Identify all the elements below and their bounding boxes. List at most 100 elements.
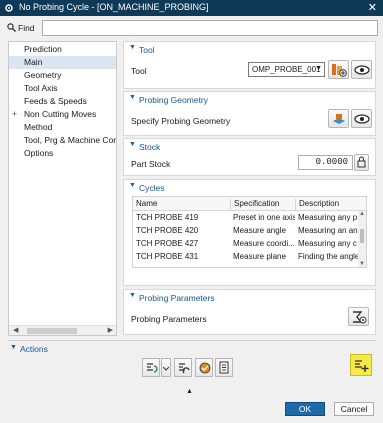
scrollbar-thumb[interactable] xyxy=(360,229,364,243)
scroll-down-icon[interactable]: ▼ xyxy=(359,261,365,267)
collapse-icon[interactable]: ▼ xyxy=(129,292,136,299)
scroll-left-icon[interactable]: ◀ xyxy=(13,326,18,335)
cycles-group-header[interactable]: ▼ Cycles xyxy=(124,180,375,195)
nav-item-main[interactable]: Main xyxy=(9,56,116,69)
ok-button[interactable]: OK xyxy=(285,402,325,416)
list-icon xyxy=(219,361,229,374)
highlighted-action-button[interactable] xyxy=(350,354,372,376)
replay-button[interactable] xyxy=(174,358,192,377)
cell-description: Measuring any c xyxy=(298,239,357,248)
lock-icon xyxy=(357,156,366,168)
collapse-dialog-icon[interactable]: ▲ xyxy=(186,388,193,395)
collapse-icon[interactable]: ▼ xyxy=(129,182,136,189)
display-tool-button[interactable] xyxy=(351,60,372,79)
horizontal-scrollbar[interactable]: ◀ ▶ xyxy=(9,325,116,335)
probing-geometry-icon xyxy=(333,114,345,124)
add-operation-icon xyxy=(355,360,369,372)
table-row[interactable]: TCH PROBE 427 Measure coordi... Measurin… xyxy=(133,238,359,251)
specify-geometry-label: Specify Probing Geometry xyxy=(131,116,231,126)
nav-item-label: Geometry xyxy=(24,70,62,80)
nav-item-prediction[interactable]: Prediction xyxy=(9,43,116,56)
part-stock-label: Part Stock xyxy=(131,159,171,169)
expand-icon[interactable]: + xyxy=(12,108,17,121)
part-stock-input[interactable]: 0.0000 xyxy=(298,155,353,170)
generate-options-dropdown[interactable] xyxy=(161,358,171,377)
cell-specification: Measure coordi... xyxy=(233,239,295,248)
title-bar: No Probing Cycle - [ON_MACHINE_PROBING] … xyxy=(0,0,383,16)
display-geometry-button[interactable] xyxy=(351,109,372,128)
generate-button[interactable] xyxy=(142,358,160,377)
table-row[interactable]: TCH PROBE 431 Measure plane Finding the … xyxy=(133,251,359,264)
nav-item-method[interactable]: Method xyxy=(9,121,116,134)
nav-item-label: Tool, Prg & Machine Contr xyxy=(24,135,116,145)
cycles-table: Name Specification Description TCH PROBE… xyxy=(132,196,367,268)
cancel-button[interactable]: Cancel xyxy=(334,402,374,416)
gear-icon xyxy=(5,4,13,12)
nav-item-label: Options xyxy=(24,148,54,158)
chevron-down-icon xyxy=(163,366,169,371)
nav-item-label: Method xyxy=(24,122,53,132)
table-header: Name Specification Description xyxy=(133,197,366,211)
nav-item-feeds-speeds[interactable]: Feeds & Speeds xyxy=(9,95,116,108)
navigator-tree: Prediction Main Geometry Tool Axis Feeds… xyxy=(8,41,117,336)
window-title: No Probing Cycle - [ON_MACHINE_PROBING] xyxy=(19,2,209,12)
nav-item-tool-axis[interactable]: Tool Axis xyxy=(9,82,116,95)
collapse-icon[interactable]: ▼ xyxy=(129,44,136,51)
column-header-description[interactable]: Description xyxy=(295,199,359,210)
cycles-group: ▼ Cycles Name Specification Description … xyxy=(123,179,376,286)
collapse-icon[interactable]: ▼ xyxy=(10,344,17,351)
cell-description: Measuring an an xyxy=(298,226,358,235)
scroll-right-icon[interactable]: ▶ xyxy=(108,326,113,335)
nav-item-options[interactable]: Options xyxy=(9,147,116,160)
group-title: Cycles xyxy=(139,183,165,193)
new-tool-button[interactable] xyxy=(328,60,349,79)
main-panel: ▼ Tool Tool OMP_PROBE_001 ▼ ▼ Probing Ge… xyxy=(123,41,376,338)
display-icon xyxy=(354,114,370,124)
verify-button[interactable] xyxy=(195,358,213,377)
close-icon[interactable]: ✕ xyxy=(368,1,377,14)
probing-parameters-header[interactable]: ▼ Probing Parameters xyxy=(124,290,375,305)
cell-specification: Measure plane xyxy=(233,252,286,261)
cell-specification: Measure angle xyxy=(233,226,286,235)
nav-item-geometry[interactable]: Geometry xyxy=(9,69,116,82)
group-title: Probing Parameters xyxy=(139,293,215,303)
cell-name: TCH PROBE 431 xyxy=(136,252,199,261)
cell-name: TCH PROBE 420 xyxy=(136,226,199,235)
specify-geometry-button[interactable] xyxy=(328,109,349,128)
group-title: Tool xyxy=(139,45,155,55)
cell-specification: Preset in one axis xyxy=(233,213,295,222)
table-row[interactable]: TCH PROBE 419 Preset in one axis Measuri… xyxy=(133,212,359,225)
column-header-name[interactable]: Name xyxy=(133,199,230,210)
tool-group-header[interactable]: ▼ Tool xyxy=(124,42,375,57)
nav-item-tool-prg-machine-control[interactable]: Tool, Prg & Machine Contr xyxy=(9,134,116,147)
list-button[interactable] xyxy=(215,358,233,377)
group-title: Stock xyxy=(139,142,161,152)
nav-item-label: Prediction xyxy=(24,44,62,54)
tool-select[interactable]: OMP_PROBE_001 ▼ xyxy=(248,62,325,77)
find-label: Find xyxy=(18,23,35,33)
stock-group: ▼ Stock Part Stock 0.0000 xyxy=(123,138,376,176)
collapse-icon[interactable]: ▼ xyxy=(129,94,136,101)
cell-name: TCH PROBE 419 xyxy=(136,213,199,222)
tool-group: ▼ Tool Tool OMP_PROBE_001 ▼ xyxy=(123,41,376,89)
probing-parameters-label: Probing Parameters xyxy=(131,314,207,324)
column-header-specification[interactable]: Specification xyxy=(230,199,295,210)
lock-button[interactable] xyxy=(354,154,369,171)
scrollbar-thumb[interactable] xyxy=(27,328,77,334)
table-vertical-scrollbar[interactable]: ▲ ▼ xyxy=(358,211,366,267)
actions-section: ▼ Actions xyxy=(8,341,376,386)
table-row[interactable]: TCH PROBE 420 Measure angle Measuring an… xyxy=(133,225,359,238)
probing-parameters-button[interactable] xyxy=(348,307,369,326)
nav-item-label: Tool Axis xyxy=(24,83,58,93)
scroll-up-icon[interactable]: ▲ xyxy=(359,211,365,217)
cell-name: TCH PROBE 427 xyxy=(136,239,199,248)
nav-item-non-cutting-moves[interactable]: + Non Cutting Moves xyxy=(9,108,116,121)
nav-item-label: Non Cutting Moves xyxy=(24,109,97,119)
find-bar: Find xyxy=(0,17,383,39)
actions-title: Actions xyxy=(20,344,48,354)
probing-geometry-header[interactable]: ▼ Probing Geometry xyxy=(124,92,375,107)
stock-group-header[interactable]: ▼ Stock xyxy=(124,139,375,154)
collapse-icon[interactable]: ▼ xyxy=(129,141,136,148)
find-input[interactable] xyxy=(42,20,378,36)
chevron-down-icon: ▼ xyxy=(315,65,322,72)
